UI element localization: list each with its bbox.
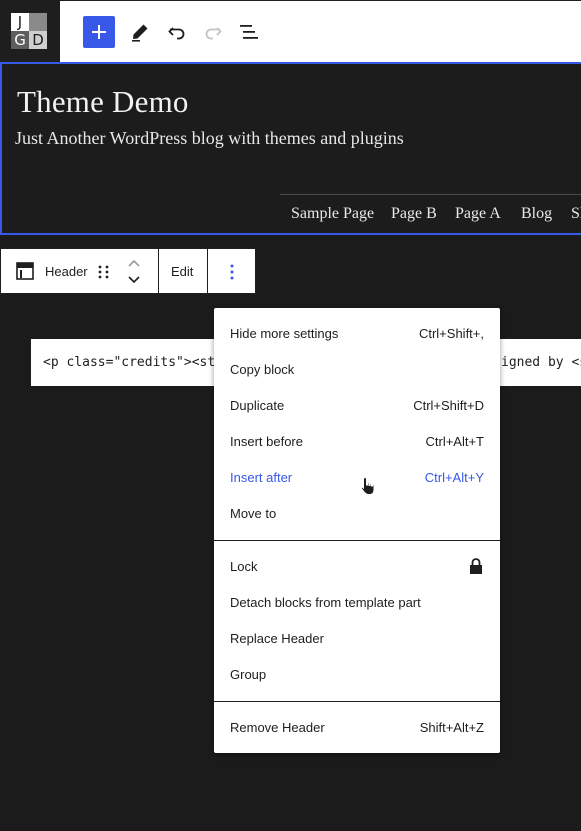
menu-item-label: Lock	[230, 559, 258, 574]
redo-button[interactable]	[197, 16, 229, 48]
menu-item-shortcut: Ctrl+Alt+T	[425, 434, 484, 449]
plus-icon	[92, 25, 106, 39]
undo-icon	[168, 27, 185, 40]
undo-button[interactable]	[161, 16, 193, 48]
logo-letter-d: D	[29, 31, 47, 49]
menu-item-group[interactable]: Group	[230, 663, 484, 687]
nav-item-page-a[interactable]: Page A	[455, 205, 501, 223]
edit-button[interactable]: Edit	[171, 264, 193, 279]
menu-divider	[214, 701, 500, 702]
lock-icon	[470, 558, 482, 574]
menu-item-move-to[interactable]: Move to	[230, 502, 484, 526]
menu-item-shortcut: Ctrl+Alt+Y	[424, 470, 484, 485]
menu-item-detach-blocks[interactable]: Detach blocks from template part	[230, 591, 484, 615]
menu-item-duplicate[interactable]: Duplicate Ctrl+Shift+D	[230, 394, 484, 418]
menu-item-label: Remove Header	[230, 720, 325, 735]
header-template-part[interactable]: Theme Demo Just Another WordPress blog w…	[0, 62, 581, 235]
block-toolbar: Header Edit	[0, 248, 256, 294]
block-options-menu: Hide more settings Ctrl+Shift+, Copy blo…	[214, 308, 500, 753]
menu-item-label: Group	[230, 667, 267, 682]
menu-item-label: Copy block	[230, 362, 295, 377]
site-title[interactable]: Theme Demo	[17, 84, 189, 120]
more-vertical-icon[interactable]	[225, 263, 239, 281]
menu-item-shortcut: Ctrl+Shift+D	[413, 398, 484, 413]
nav-item-blog[interactable]: Blog	[521, 205, 552, 223]
menu-divider	[214, 540, 500, 541]
nav-item-sample-page[interactable]: Sample Page	[291, 205, 374, 223]
menu-item-lock[interactable]: Lock	[230, 555, 484, 579]
logo-letter-j: J	[11, 13, 29, 31]
menu-item-label: Insert after	[230, 470, 293, 485]
nav-item-sh[interactable]: Sh	[571, 205, 581, 223]
code-text: <p class="credits"><st	[43, 355, 216, 370]
menu-item-copy-block[interactable]: Copy block	[230, 358, 484, 382]
chevron-up-icon[interactable]	[127, 259, 141, 269]
list-view-button[interactable]	[233, 16, 265, 48]
redo-icon	[205, 27, 222, 40]
site-logo[interactable]: J G D	[0, 1, 60, 63]
drag-handle-icon[interactable]	[97, 264, 111, 280]
pencil-icon	[132, 24, 148, 42]
menu-item-label: Move to	[230, 506, 277, 521]
menu-item-remove-header[interactable]: Remove Header Shift+Alt+Z	[230, 716, 484, 740]
menu-item-shortcut: Ctrl+Shift+,	[418, 326, 484, 341]
site-tagline[interactable]: Just Another WordPress blog with themes …	[15, 128, 404, 149]
tools-button[interactable]	[124, 16, 156, 48]
menu-item-label: Replace Header	[230, 631, 324, 646]
code-text-right: igned by <s	[501, 355, 581, 370]
navigation-menu: Sample Page Page B Page A Blog Sh	[280, 194, 581, 235]
logo-tile	[29, 13, 47, 31]
menu-item-label: Duplicate	[230, 398, 285, 413]
menu-item-replace-header[interactable]: Replace Header	[230, 627, 484, 651]
menu-item-insert-after[interactable]: Insert after Ctrl+Alt+Y	[230, 466, 484, 490]
toolbar-divider	[207, 249, 208, 293]
menu-item-shortcut: Shift+Alt+Z	[419, 720, 484, 735]
menu-item-label: Insert before	[230, 434, 303, 449]
block-type-label: Header	[45, 264, 88, 279]
logo-letter-g: G	[11, 31, 29, 49]
list-view-icon	[240, 25, 258, 39]
add-block-button[interactable]	[83, 16, 115, 48]
chevron-down-icon[interactable]	[127, 274, 141, 284]
menu-item-label: Hide more settings	[230, 326, 339, 341]
menu-item-label: Detach blocks from template part	[230, 595, 421, 610]
menu-item-insert-before[interactable]: Insert before Ctrl+Alt+T	[230, 430, 484, 454]
nav-item-page-b[interactable]: Page B	[391, 205, 437, 223]
template-part-icon[interactable]	[16, 262, 34, 280]
toolbar-divider	[158, 249, 159, 293]
editor-top-toolbar: J G D	[0, 0, 581, 63]
hand-pointer-icon	[360, 476, 375, 495]
menu-item-hide-more-settings[interactable]: Hide more settings Ctrl+Shift+,	[230, 322, 484, 346]
